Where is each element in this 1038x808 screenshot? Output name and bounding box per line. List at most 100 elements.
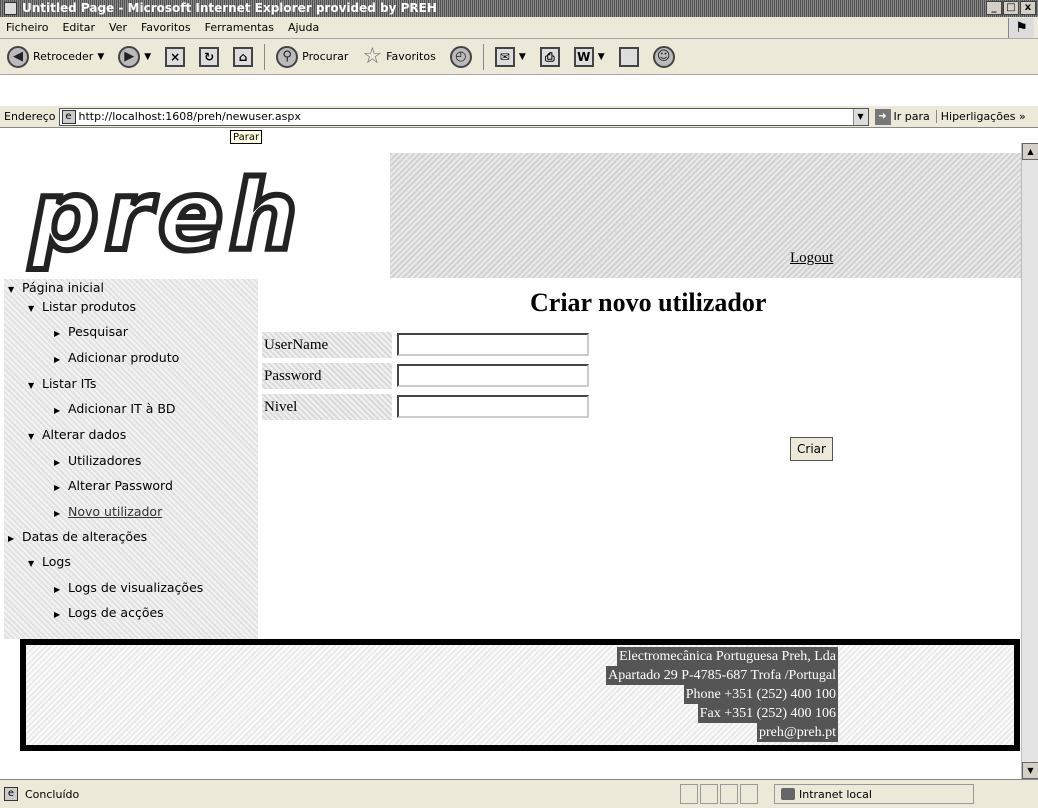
mail-button[interactable]: ✉ ▼ [492,43,529,71]
footer-contact: Electromecânica Portuguesa Preh, Lda Apa… [606,647,838,742]
footer-email: preh@preh.pt [756,723,838,742]
favorites-label: Favoritos [386,50,436,63]
menu-bar: Ficheiro Editar Ver Favoritos Ferramenta… [0,17,1038,39]
word-button[interactable]: W ▼ [571,43,608,71]
back-label: Retroceder [33,50,94,63]
footer-phone: Phone +351 (252) 400 100 [683,685,838,704]
stop-button[interactable]: × [162,43,188,71]
menu-ficheiro[interactable]: Ficheiro [6,21,48,34]
print-button[interactable]: ⎙ [537,43,563,71]
collapsed-triangle-icon: ▶ [54,585,61,594]
sidebar-item-novo-utilizador[interactable]: ▶ Novo utilizador [54,503,162,521]
collapsed-triangle-icon: ▶ [8,534,15,543]
status-cell [680,784,698,804]
status-cell [720,784,738,804]
sidebar-item-listar-its[interactable]: ▼ Listar ITs [28,375,96,393]
stop-tooltip: Parar [230,130,263,144]
discuss-button[interactable] [616,43,642,71]
forward-arrow-icon: ▶ [118,45,141,68]
search-label: Procurar [302,50,349,63]
messenger-button[interactable]: ☺ [650,43,678,71]
page-icon: e [61,109,76,124]
status-cell [700,784,718,804]
sidebar-item-utilizadores[interactable]: ▶ Utilizadores [54,452,141,470]
window-title: Untitled Page - Microsoft Internet Explo… [22,1,437,15]
sidebar-item-alterar-dados[interactable]: ▼ Alterar dados [28,426,126,444]
go-label: Ir para [893,110,930,123]
search-button[interactable]: ⚲ Procurar [273,43,351,71]
history-button[interactable]: ◴ [447,43,475,71]
mail-dropdown-icon[interactable]: ▼ [519,52,526,62]
toolbar-separator [264,43,266,70]
back-button[interactable]: ◀ Retroceder ▼ [4,43,107,71]
menu-editar[interactable]: Editar [62,21,95,34]
back-arrow-icon: ◀ [7,45,29,68]
address-input[interactable]: e http://localhost:1608/preh/newuser.asp… [58,107,869,126]
expanded-triangle-icon: ▼ [28,304,35,313]
go-button[interactable]: ➜ Ir para [869,108,936,125]
sidebar-item-logs-visualizacoes[interactable]: ▶ Logs de visualizações [54,579,203,597]
menu-ferramentas[interactable]: Ferramentas [205,21,274,34]
collapsed-triangle-icon: ▶ [54,509,61,518]
home-button[interactable]: ⌂ [230,43,256,71]
sidebar-item-pagina-inicial[interactable]: ▼ Página inicial [8,279,104,297]
sidebar-item-logs[interactable]: ▼ Logs [28,553,71,571]
close-button[interactable]: x [1020,1,1036,15]
scroll-down-arrow[interactable]: ▼ [1022,762,1038,779]
nivel-label: Nivel [262,394,392,420]
address-label: Endereço [4,110,56,123]
links-label: Hiperligações [940,110,1016,123]
scroll-up-arrow[interactable]: ▲ [1022,143,1038,160]
status-text: Concluído [25,787,80,801]
page-title: Criar novo utilizador [530,288,767,317]
sidebar-item-datas-alteracoes[interactable]: ▶ Datas de alterações [8,528,147,546]
status-left: e Concluído [0,787,680,801]
footer-fax: Fax +351 (252) 400 106 [697,704,838,723]
intranet-icon [781,788,795,800]
collapsed-triangle-icon: ▶ [54,610,61,619]
window-controls: _ □ x [986,1,1036,15]
expanded-triangle-icon: ▼ [28,559,35,568]
page-viewport: preh Logout ▼ Página inicial ▼ Listar prod… [0,143,1021,779]
password-input[interactable] [397,364,589,387]
stop-icon: × [165,46,186,67]
expanded-triangle-icon: ▼ [28,432,35,441]
menu-ver[interactable]: Ver [109,21,127,34]
forward-dropdown-icon[interactable]: ▼ [144,52,151,62]
favorites-button[interactable]: ☆ Favoritos [359,43,438,71]
sidebar-item-pesquisar[interactable]: ▶ Pesquisar [54,323,128,341]
minimize-button[interactable]: _ [986,1,1002,15]
username-label: UserName [262,332,392,358]
forward-button[interactable]: ▶ ▼ [115,43,154,71]
page-done-icon: e [4,787,18,801]
windows-flag-icon: ⚑ [1008,18,1034,38]
vertical-scrollbar[interactable]: ▲ ▼ [1021,143,1038,779]
menu-ajuda[interactable]: Ajuda [288,21,319,34]
expanded-triangle-icon: ▼ [8,285,15,294]
word-dropdown-icon[interactable]: ▼ [598,52,605,62]
sidebar-item-adicionar-it[interactable]: ▶ Adicionar IT à BD [54,400,176,418]
nivel-input[interactable] [397,395,589,418]
links-button[interactable]: Hiperligações » [935,110,1030,123]
security-zone[interactable]: Intranet local [774,784,974,804]
criar-button[interactable]: Criar [790,437,833,461]
sidebar-item-adicionar-produto[interactable]: ▶ Adicionar produto [54,349,179,367]
status-bar: e Concluído Intranet local [0,779,1038,808]
username-input[interactable] [397,333,589,356]
sidebar-item-listar-produtos[interactable]: ▼ Listar produtos [28,298,136,316]
history-icon: ◴ [449,45,472,68]
logout-link[interactable]: Logout [790,250,833,267]
maximize-button[interactable]: □ [1003,1,1019,15]
address-dropdown-icon[interactable]: ▼ [852,108,868,125]
refresh-button[interactable]: ↻ [196,43,222,71]
menu-favoritos[interactable]: Favoritos [141,21,191,34]
zone-label: Intranet local [799,787,872,801]
chevron-right-icon: » [1018,110,1026,123]
back-dropdown-icon[interactable]: ▼ [97,52,104,62]
preh-logo: preh [27,160,304,272]
sidebar-item-logs-accoes[interactable]: ▶ Logs de acções [54,604,164,622]
footer-company: Electromecânica Portuguesa Preh, Lda [617,647,838,666]
collapsed-triangle-icon: ▶ [54,355,61,364]
word-icon: W [573,46,594,67]
sidebar-item-alterar-password[interactable]: ▶ Alterar Password [54,477,173,495]
